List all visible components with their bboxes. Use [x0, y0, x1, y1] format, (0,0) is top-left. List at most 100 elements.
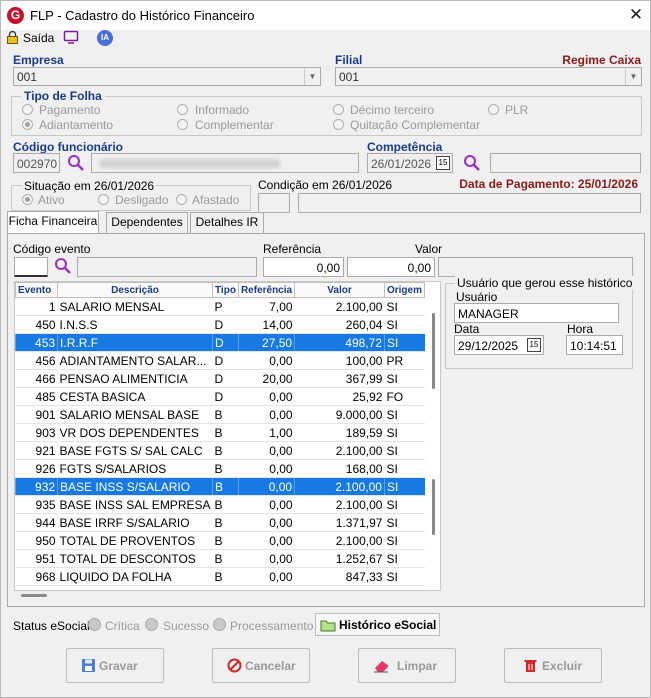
header-origem[interactable]: Origem: [383, 282, 426, 298]
status-critica-label: Crítica: [105, 619, 140, 633]
radio-plr[interactable]: [488, 104, 499, 115]
table-header-row: Evento Descrição Tipo Referência Valor O…: [14, 282, 426, 298]
cell-descricao: BASE INSS S/SALARIO: [57, 477, 213, 496]
cell-valor: 260,04: [294, 315, 385, 334]
gravar-button[interactable]: Gravar: [66, 648, 164, 683]
filial-value: 001: [339, 70, 360, 84]
table-scrollbar[interactable]: [429, 283, 439, 589]
condicao-desc-field: [298, 193, 641, 213]
search-competencia-icon[interactable]: [463, 154, 481, 172]
hora-label: Hora: [567, 322, 594, 336]
table-row[interactable]: 903 VR DOS DEPENDENTES B 1,00 189,59 SI: [15, 423, 425, 442]
table-row[interactable]: 950 TOTAL DE PROVENTOS B 0,00 2.100,00 SI: [15, 531, 425, 550]
radio-informado[interactable]: [177, 104, 188, 115]
radio-decimo-terceiro[interactable]: [333, 104, 344, 115]
scrollbar-thumb-top[interactable]: [432, 313, 435, 389]
cell-origem: SI: [384, 567, 425, 586]
radio-ativo[interactable]: [22, 194, 33, 205]
radio-afastado[interactable]: [176, 194, 187, 205]
tab-ficha-financeira[interactable]: Ficha Financeira: [7, 211, 99, 234]
radio-pagamento-label: Pagamento: [39, 103, 101, 117]
radio-desligado[interactable]: [98, 194, 109, 205]
radio-pagamento[interactable]: [22, 104, 33, 115]
horizontal-scrollbar[interactable]: [15, 591, 425, 599]
scrollbar-thumb[interactable]: [432, 479, 435, 535]
limpar-button[interactable]: Limpar: [358, 648, 456, 683]
tab-detalhes-ir[interactable]: Detalhes IR: [190, 212, 264, 233]
status-critica-icon: [88, 618, 101, 631]
cell-origem: SI: [384, 513, 425, 532]
table-row[interactable]: 932 BASE INSS S/SALARIO B 0,00 2.100,00 SI: [14, 477, 425, 496]
calendar-icon[interactable]: 15: [436, 156, 450, 170]
header-evento[interactable]: Evento: [14, 282, 59, 298]
tab-dependentes[interactable]: Dependentes: [106, 212, 188, 233]
historico-esocial-button[interactable]: Histórico eSocial: [315, 613, 440, 636]
table-row[interactable]: 456 ADIANTAMENTO SALAR... D 0,00 100,00 PR: [15, 351, 425, 370]
monitor-icon[interactable]: [63, 30, 79, 44]
lock-icon[interactable]: [6, 30, 19, 44]
competencia-date-input[interactable]: 26/01/2026 15: [367, 153, 453, 173]
codigo-evento-input[interactable]: [14, 257, 48, 277]
data-pagamento-label: Data de Pagamento: 25/01/2026: [459, 177, 638, 191]
radio-quitacao-complementar[interactable]: [333, 119, 344, 130]
header-tipo[interactable]: Tipo: [212, 282, 239, 298]
header-valor[interactable]: Valor: [294, 282, 385, 298]
cell-evento: 944: [15, 513, 58, 532]
table-row[interactable]: 1 SALARIO MENSAL P 7,00 2.100,00 SI: [15, 297, 425, 316]
saida-button[interactable]: Saída: [23, 31, 54, 45]
empresa-select[interactable]: 001 ▼: [13, 67, 321, 86]
cell-origem: SI: [384, 423, 425, 442]
cell-valor: 25,92: [294, 387, 385, 406]
table-row[interactable]: 901 SALARIO MENSAL BASE B 0,00 9.000,00 SI: [15, 405, 425, 424]
table-row[interactable]: 935 BASE INSS SAL EMPRESA B 0,00 2.100,00 SI: [15, 495, 425, 514]
table-row[interactable]: 968 LIQUIDO DA FOLHA B 0,00 847,33 SI: [15, 567, 425, 586]
cell-origem: SI: [384, 459, 425, 478]
table-row[interactable]: 450 I.N.S.S D 14,00 260,04 SI: [15, 315, 425, 334]
table-row[interactable]: 466 PENSAO ALIMENTICIA D 20,00 367,99 SI: [15, 369, 425, 388]
cell-referencia: 0,00: [238, 531, 295, 550]
referencia-input[interactable]: 0,00: [263, 257, 344, 277]
competencia-value: 26/01/2026: [371, 157, 432, 171]
cancelar-button[interactable]: Cancelar: [212, 648, 310, 683]
gravar-label: Gravar: [99, 659, 138, 673]
chevron-down-icon[interactable]: ▼: [304, 68, 320, 85]
hora-value: 10:14:51: [570, 339, 617, 353]
hscroll-thumb[interactable]: [21, 594, 47, 597]
usuario-value: MANAGER: [458, 307, 519, 321]
valor-input[interactable]: 0,00: [347, 257, 435, 277]
cell-descricao: ADIANTAMENTO SALAR...: [57, 351, 213, 370]
chevron-down-icon[interactable]: ▼: [625, 68, 641, 85]
radio-adiantamento[interactable]: [22, 119, 33, 130]
header-referencia[interactable]: Referência: [237, 282, 296, 298]
table-row[interactable]: 453 I.R.R.F D 27,50 498,72 SI: [14, 333, 425, 352]
table-row[interactable]: 926 FGTS S/SALARIOS B 0,00 168,00 SI: [15, 459, 425, 478]
cell-referencia: 0,00: [237, 477, 295, 496]
cell-referencia: 0,00: [238, 549, 295, 568]
table-row[interactable]: 951 TOTAL DE DESCONTOS B 0,00 1.252,67 SI: [15, 549, 425, 568]
status-processamento-icon: [213, 618, 226, 631]
cell-tipo: B: [212, 459, 239, 478]
cell-evento: 466: [15, 369, 58, 388]
close-button[interactable]: ✕: [625, 4, 647, 26]
cell-origem: PR: [384, 351, 425, 370]
funcionario-code-input[interactable]: 002970: [13, 153, 60, 173]
header-descricao[interactable]: Descrição: [57, 282, 213, 298]
table-row[interactable]: 485 CESTA BASICA D 0,00 25,92 FO: [15, 387, 425, 406]
cell-descricao: PENSAO ALIMENTICIA: [57, 369, 213, 388]
filial-select[interactable]: 001 ▼: [335, 67, 642, 86]
situacao-label: Situação em 26/01/2026: [22, 179, 157, 193]
calendar-icon[interactable]: 15: [527, 338, 541, 352]
search-evento-icon[interactable]: [54, 257, 72, 275]
excluir-button[interactable]: Excluir: [504, 648, 602, 683]
table-row[interactable]: 944 BASE IRRF S/SALARIO B 0,00 1.371,97 SI: [15, 513, 425, 532]
save-icon: [82, 659, 95, 672]
cell-origem: FO: [384, 387, 425, 406]
cell-descricao: SALARIO MENSAL BASE: [57, 405, 213, 424]
cell-valor: 168,00: [294, 459, 385, 478]
ia-assistant-icon[interactable]: IA: [97, 30, 113, 46]
radio-complementar[interactable]: [177, 119, 188, 130]
search-funcionario-icon[interactable]: [67, 154, 85, 172]
app-logo-icon: G: [7, 7, 24, 24]
table-row[interactable]: 921 BASE FGTS S/ SAL CALC B 0,00 2.100,00 SI: [15, 441, 425, 460]
cell-descricao: BASE INSS SAL EMPRESA: [57, 495, 213, 514]
